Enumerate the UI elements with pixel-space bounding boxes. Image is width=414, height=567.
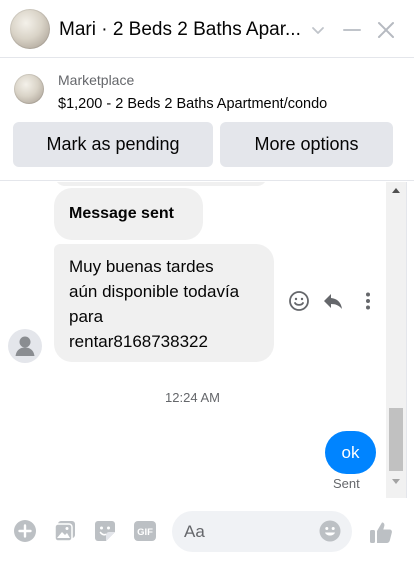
message-status: Sent — [333, 476, 360, 491]
scrollbar-thumb[interactable] — [389, 408, 403, 471]
more-options-icon[interactable] — [356, 289, 380, 313]
emoji-icon[interactable] — [318, 519, 342, 543]
listing-thumbnail[interactable] — [14, 74, 44, 104]
scroll-up-arrow-icon[interactable] — [392, 188, 400, 193]
chat-title[interactable]: Mari · 2 Beds 2 Baths Apar... — [59, 18, 304, 42]
own-message-bubble[interactable]: ok — [325, 431, 376, 474]
gallery-icon[interactable] — [53, 519, 77, 543]
like-icon[interactable] — [368, 519, 392, 543]
previous-message-bubble — [55, 182, 267, 186]
message-bubble[interactable]: Message sent — [54, 188, 203, 240]
listing-avatar[interactable] — [10, 9, 50, 49]
sticker-icon[interactable] — [93, 519, 117, 543]
chevron-down-icon[interactable] — [307, 19, 329, 41]
window-edge — [406, 182, 414, 498]
message-input-placeholder: Aa — [184, 522, 205, 541]
scroll-down-arrow-icon[interactable] — [392, 479, 400, 484]
message-bubble[interactable]: Muy buenas tardes aún disponible todavía… — [54, 244, 274, 362]
plus-icon[interactable] — [13, 519, 37, 543]
listing-source: Marketplace — [58, 72, 135, 88]
listing-title[interactable]: $1,200 - 2 Beds 2 Baths Apartment/condo — [58, 96, 327, 112]
gif-icon[interactable]: GIF — [133, 519, 157, 543]
timestamp: 12:24 AM — [165, 390, 220, 405]
reply-icon[interactable] — [321, 289, 345, 313]
emoji-reaction-icon[interactable] — [287, 289, 311, 313]
avatar[interactable] — [8, 329, 42, 363]
more-options-button[interactable]: More options — [220, 122, 393, 167]
message-text: Muy buenas tardes aún disponible todavía… — [69, 257, 240, 351]
chat-header: Mari · 2 Beds 2 Baths Apar... — [0, 0, 414, 58]
svg-text:GIF: GIF — [137, 527, 153, 538]
mark-as-pending-button[interactable]: Mark as pending — [13, 122, 213, 167]
minimize-icon[interactable] — [341, 19, 363, 41]
listing-card: Marketplace $1,200 - 2 Beds 2 Baths Apar… — [0, 58, 414, 181]
close-icon[interactable] — [375, 19, 397, 41]
